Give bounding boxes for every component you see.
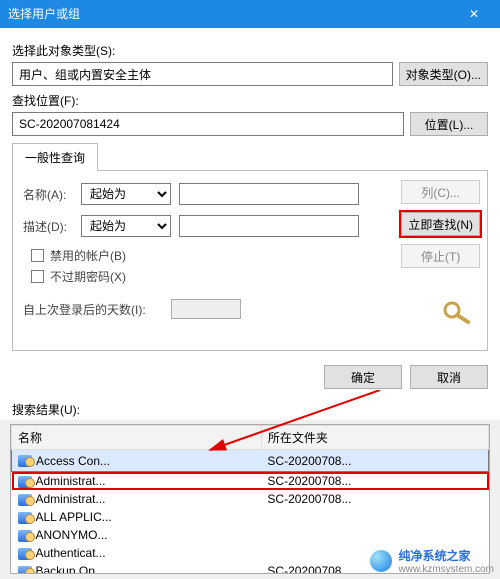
- col-folder[interactable]: 所在文件夹: [261, 426, 488, 450]
- object-type-input[interactable]: [12, 62, 393, 86]
- watermark-text: 纯净系统之家: [398, 547, 494, 564]
- window-title: 选择用户或组: [8, 0, 80, 28]
- never-expire-label: 不过期密码(X): [50, 268, 126, 285]
- days-spinner[interactable]: [171, 299, 241, 319]
- desc-mode-select[interactable]: 起始为: [81, 215, 171, 237]
- days-since-login-label: 自上次登录后的天数(I):: [23, 301, 163, 318]
- table-row[interactable]: Access Con...SC-20200708...: [12, 450, 489, 472]
- stop-button[interactable]: 停止(T): [401, 244, 480, 268]
- user-icon: [18, 494, 32, 506]
- table-row[interactable]: ALL APPLIC...: [12, 508, 489, 526]
- watermark: 纯净系统之家 www.kzmsystem.com: [370, 547, 494, 575]
- user-icon: [18, 566, 32, 574]
- object-type-label: 选择此对象类型(S):: [12, 42, 488, 59]
- disabled-accounts-label: 禁用的帐户(B): [50, 247, 126, 264]
- table-row[interactable]: Administrat...SC-20200708...: [12, 472, 489, 491]
- watermark-logo: [370, 550, 392, 572]
- user-icon: [18, 530, 32, 542]
- locations-button[interactable]: 位置(L)...: [410, 112, 488, 136]
- watermark-url: www.kzmsystem.com: [398, 564, 494, 575]
- user-icon: [18, 455, 32, 467]
- title-bar: 选择用户或组 ✕: [0, 0, 500, 28]
- location-input[interactable]: [12, 112, 404, 136]
- never-expire-checkbox[interactable]: [31, 270, 44, 283]
- col-name[interactable]: 名称: [12, 426, 262, 450]
- name-input[interactable]: [179, 183, 359, 205]
- tab-strip: 一般性查询: [12, 142, 488, 171]
- find-now-button[interactable]: 立即查找(N): [401, 212, 480, 236]
- name-mode-select[interactable]: 起始为: [81, 183, 171, 205]
- results-label: 搜索结果(U):: [0, 397, 500, 420]
- user-icon: [18, 548, 32, 560]
- name-field-label: 名称(A):: [23, 186, 73, 203]
- object-types-button[interactable]: 对象类型(O)...: [399, 62, 488, 86]
- tab-general[interactable]: 一般性查询: [12, 143, 98, 171]
- side-buttons: 列(C)... 立即查找(N) 停止(T): [401, 180, 480, 268]
- ok-button[interactable]: 确定: [324, 365, 402, 389]
- desc-input[interactable]: [179, 215, 359, 237]
- table-row[interactable]: ANONYMO...: [12, 526, 489, 544]
- columns-button[interactable]: 列(C)...: [401, 180, 480, 204]
- disabled-accounts-checkbox[interactable]: [31, 249, 44, 262]
- user-icon: [18, 476, 32, 488]
- close-icon[interactable]: ✕: [456, 0, 492, 28]
- user-icon: [18, 512, 32, 524]
- desc-field-label: 描述(D):: [23, 218, 73, 235]
- table-row[interactable]: Administrat...SC-20200708...: [12, 490, 489, 508]
- search-icon: [440, 300, 472, 324]
- cancel-button[interactable]: 取消: [410, 365, 488, 389]
- location-label: 查找位置(F):: [12, 92, 488, 109]
- dialog-buttons: 确定 取消: [0, 357, 500, 397]
